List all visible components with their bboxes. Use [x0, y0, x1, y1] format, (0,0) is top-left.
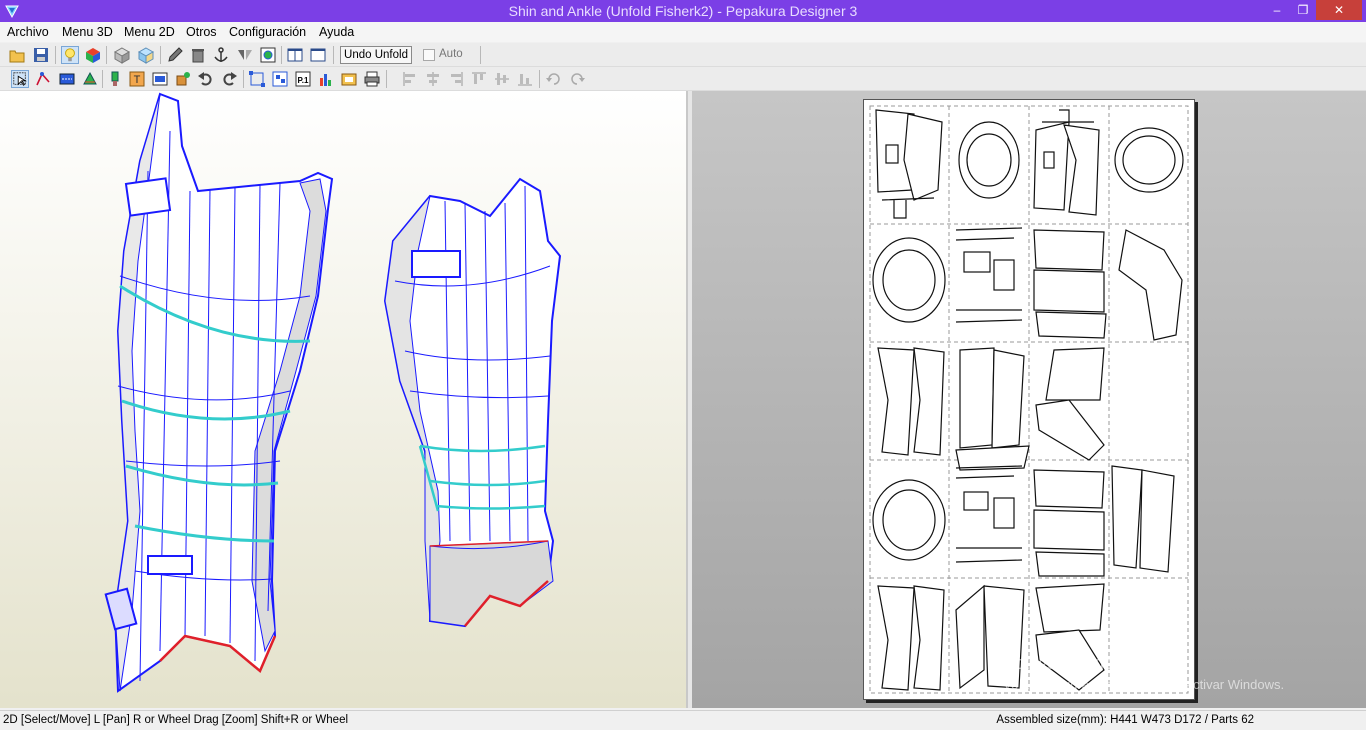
toolbar-separator: [333, 46, 334, 64]
box-settings-icon[interactable]: [340, 70, 358, 88]
flip-icon[interactable]: [236, 46, 254, 64]
globe-grid-icon[interactable]: [259, 46, 277, 64]
menu-ayuda[interactable]: Ayuda: [319, 25, 354, 39]
paper-sheet[interactable]: [863, 99, 1195, 700]
page-icon[interactable]: [271, 70, 289, 88]
align-left-icon[interactable]: [401, 70, 419, 88]
text-icon[interactable]: T: [128, 70, 146, 88]
anchor-icon[interactable]: [212, 46, 230, 64]
status-bar: 2D [Select/Move] L [Pan] R or Wheel Drag…: [0, 710, 1366, 730]
trash-icon[interactable]: [189, 46, 207, 64]
3d-model-canvas[interactable]: [0, 91, 688, 708]
edit-toolbar: T P.1: [0, 67, 1366, 91]
main-toolbar: Undo Unfold Auto: [0, 43, 1366, 67]
box-icon[interactable]: [113, 46, 131, 64]
single-view-icon[interactable]: [309, 46, 327, 64]
menu-2d[interactable]: Menu 2D: [124, 25, 175, 39]
edge-icon[interactable]: [58, 70, 76, 88]
chart-icon[interactable]: [317, 70, 335, 88]
toolbar-separator: [160, 46, 161, 64]
align-top-icon[interactable]: [470, 70, 488, 88]
save-icon[interactable]: [32, 46, 50, 64]
tape-icon[interactable]: [174, 70, 192, 88]
select-icon[interactable]: [11, 70, 29, 88]
shin-model[interactable]: [104, 92, 334, 693]
menu-archivo[interactable]: Archivo: [7, 25, 49, 39]
close-button[interactable]: ✕: [1316, 0, 1362, 20]
align-right-icon[interactable]: [447, 70, 465, 88]
redo-icon[interactable]: [220, 70, 238, 88]
page-number-icon[interactable]: P.1: [294, 70, 312, 88]
3d-view[interactable]: [0, 91, 688, 708]
activation-watermark-subtitle: Ve a Configuración de PC para activar Wi…: [1003, 677, 1285, 692]
align-center-icon[interactable]: [424, 70, 442, 88]
color-cube-icon[interactable]: [84, 46, 102, 64]
menu-otros[interactable]: Otros: [186, 25, 217, 39]
split-view-icon[interactable]: [286, 46, 304, 64]
title-bar: Shin and Ankle (Unfold Fisherk2) - Pepak…: [0, 0, 1366, 22]
pencil-icon[interactable]: [166, 46, 184, 64]
open-icon[interactable]: [8, 46, 26, 64]
light-icon[interactable]: [61, 46, 79, 64]
toolbar-separator: [386, 70, 387, 88]
arrange-icon[interactable]: [248, 70, 266, 88]
maximize-button[interactable]: ❐: [1290, 0, 1316, 20]
2d-view[interactable]: Activar Windows Ve a Configuración de PC…: [692, 91, 1366, 708]
toolbar-separator: [480, 46, 481, 64]
unfolded-parts: [872, 109, 1184, 691]
rotate-left-icon[interactable]: [545, 70, 563, 88]
toolbar-separator: [106, 46, 107, 64]
unfolded-parts-canvas[interactable]: [864, 100, 1194, 699]
ankle-model[interactable]: [383, 177, 562, 628]
toolbar-separator: [243, 70, 244, 88]
print-icon[interactable]: [363, 70, 381, 88]
flap-icon[interactable]: [81, 70, 99, 88]
align-bottom-icon[interactable]: [516, 70, 534, 88]
svg-text:P.1: P.1: [298, 76, 310, 85]
align-middle-icon[interactable]: [493, 70, 511, 88]
svg-text:T: T: [134, 74, 141, 86]
paint-icon[interactable]: [106, 70, 124, 88]
toolbar-separator: [281, 46, 282, 64]
texture-box-icon[interactable]: [137, 46, 155, 64]
undo-unfold-button[interactable]: Undo Unfold: [340, 46, 412, 64]
status-hint: 2D [Select/Move] L [Pan] R or Wheel Drag…: [3, 714, 349, 726]
toolbar-separator: [102, 70, 103, 88]
menu-bar: Archivo Menu 3D Menu 2D Otros Configurac…: [0, 22, 1366, 42]
rotate-right-icon[interactable]: [568, 70, 586, 88]
minimize-button[interactable]: –: [1264, 0, 1290, 20]
auto-label: Auto: [439, 48, 463, 60]
toolbar-separator: [55, 46, 56, 64]
menu-configuracion[interactable]: Configuración: [229, 25, 306, 39]
activation-watermark-title: Activar Windows: [1003, 653, 1137, 673]
window-title: Shin and Ankle (Unfold Fisherk2) - Pepak…: [508, 3, 858, 19]
auto-checkbox[interactable]: [423, 49, 435, 61]
assembled-size-status: Assembled size(mm): H441 W473 D172 / Par…: [996, 714, 1254, 726]
undo-icon[interactable]: [197, 70, 215, 88]
toolbar-separator: [539, 70, 540, 88]
menu-3d[interactable]: Menu 3D: [62, 25, 113, 39]
image-icon[interactable]: [151, 70, 169, 88]
join-icon[interactable]: [34, 70, 52, 88]
